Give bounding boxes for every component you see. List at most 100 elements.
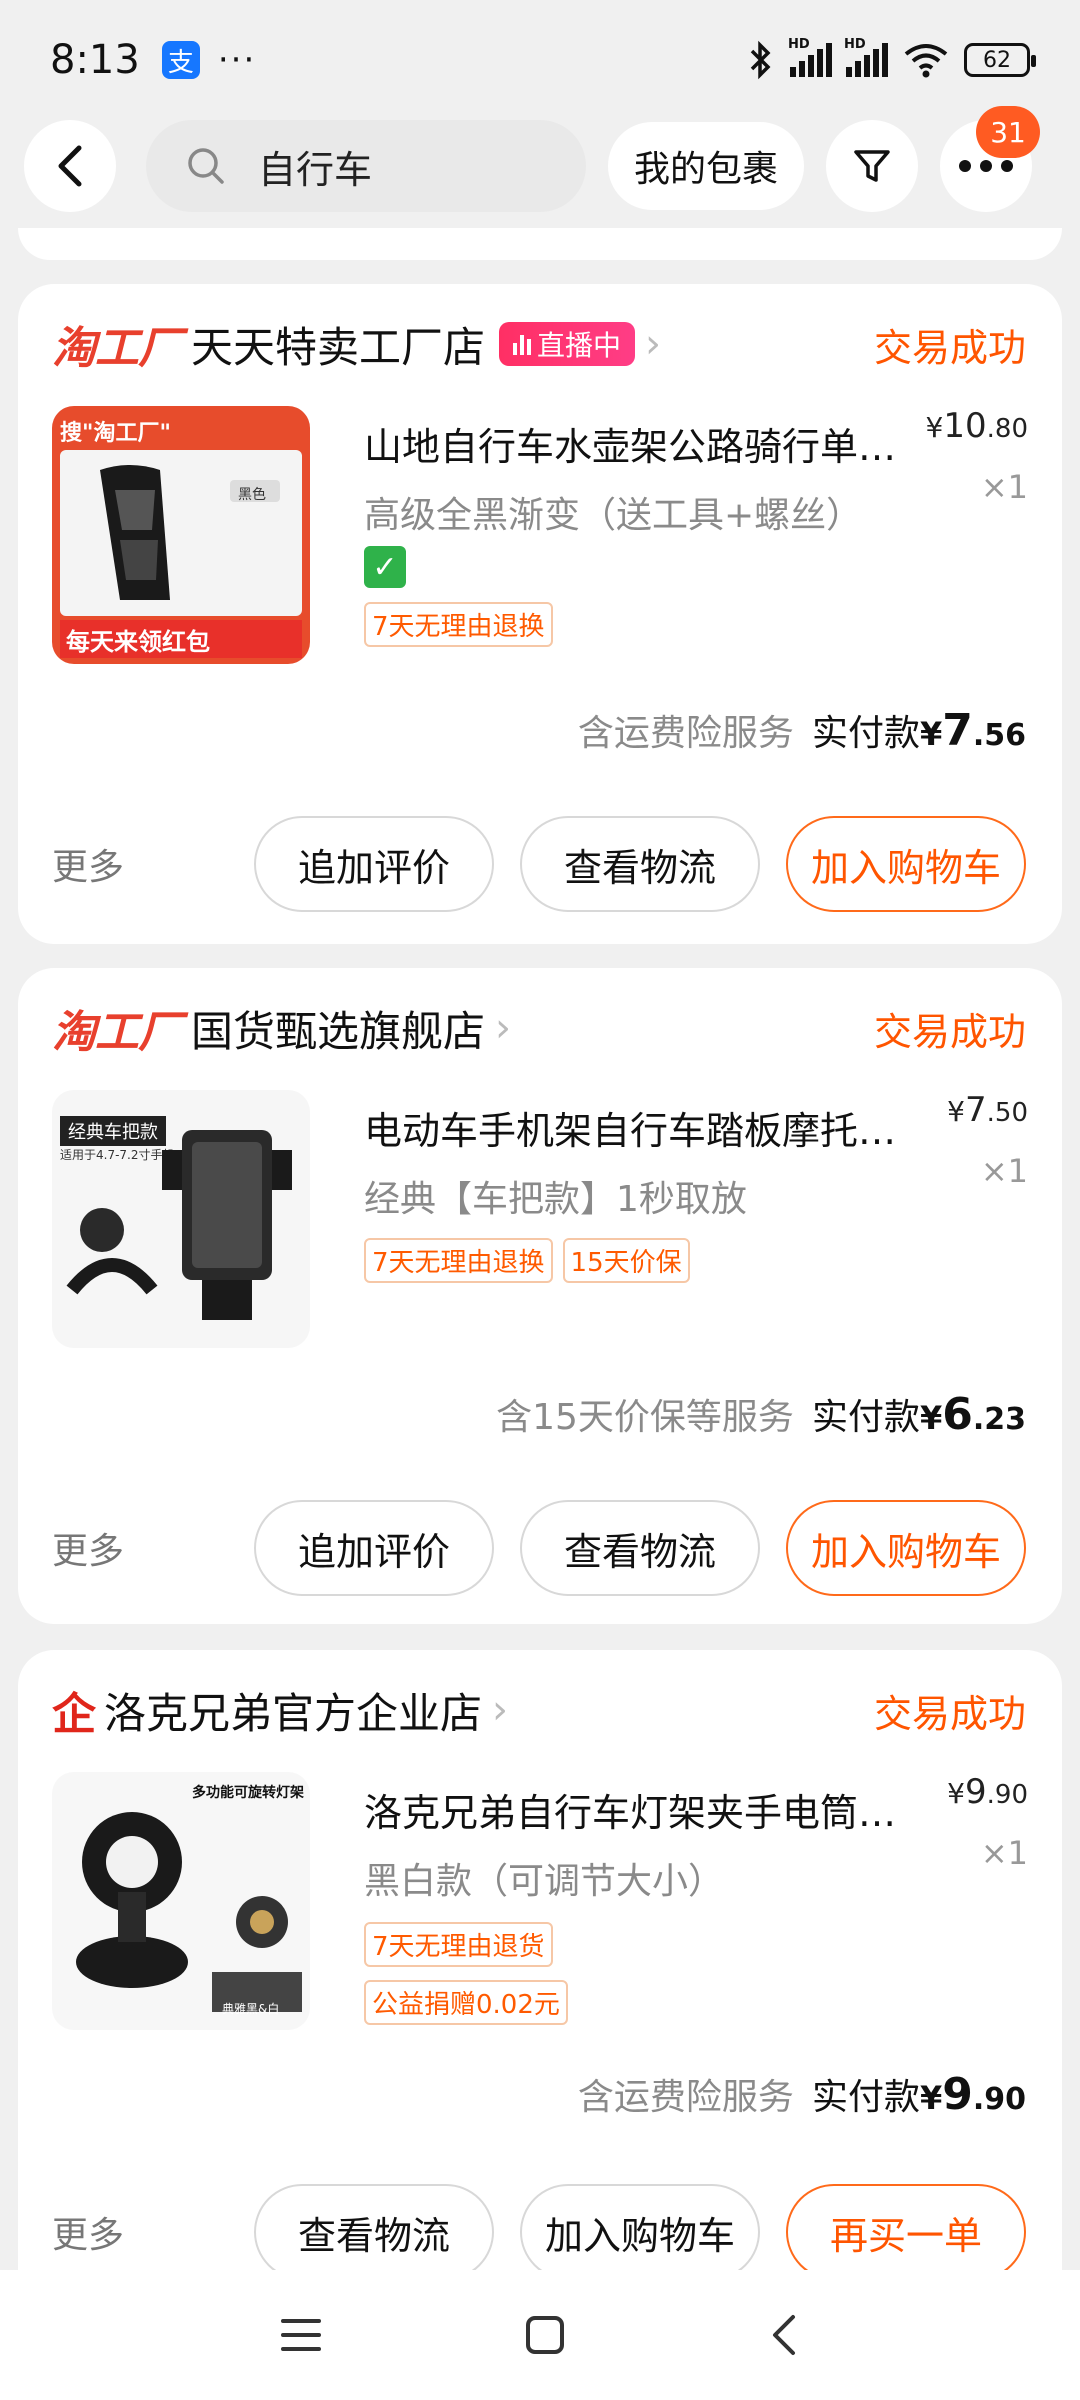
- light-mount-image: [76, 1812, 302, 2012]
- enterprise-store-icon: 企: [52, 1689, 96, 1740]
- home-icon[interactable]: [523, 2313, 567, 2357]
- shop-name[interactable]: 天天特卖工厂店: [191, 314, 485, 375]
- shop-name[interactable]: 国货甄选旗舰店: [191, 998, 485, 1059]
- my-packages-button[interactable]: 我的包裹: [608, 122, 805, 210]
- pay-label: 实付款: [811, 713, 920, 754]
- more-notifications-icon: ···: [217, 40, 257, 80]
- system-nav-bar: [0, 2270, 1080, 2400]
- live-badge-label: 直播中: [537, 329, 622, 362]
- thumb-promo: 每天来领红包: [60, 620, 302, 658]
- pay-dec: .90: [972, 2082, 1026, 2117]
- service-tags: 7天无理由退货: [364, 1922, 563, 1967]
- product-row[interactable]: 多功能可旋转灯架 典雅黑&白 洛克兄弟自行车灯架夹手电筒… 黑白款（可调节大小）…: [52, 1772, 1028, 2032]
- order-status: 交易成功: [873, 1009, 1026, 1054]
- price-int: 9: [965, 1772, 987, 1812]
- more-link[interactable]: 更多: [52, 1522, 124, 1574]
- product-price: ¥10.80: [925, 406, 1028, 446]
- product-thumbnail[interactable]: 多功能可旋转灯架 典雅黑&白: [52, 1772, 310, 2030]
- order-card[interactable]: 企 洛克兄弟官方企业店 › 交易成功 多功能可旋转灯架 典雅黑&白 洛克兄弟自行…: [18, 1650, 1062, 2290]
- signal-icon-1: HD: [788, 37, 832, 77]
- price-int: 7: [965, 1090, 987, 1130]
- product-price: ¥9.90: [947, 1772, 1028, 1812]
- view-logistics-button[interactable]: 查看物流: [520, 1500, 760, 1596]
- add-review-button[interactable]: 追加评价: [254, 1500, 494, 1596]
- live-icon: [513, 333, 532, 355]
- service-tag: 公益捐赠0.02元: [364, 1980, 568, 2025]
- back-button[interactable]: [24, 120, 116, 212]
- menu-icon[interactable]: [279, 2315, 323, 2355]
- live-badge[interactable]: 直播中: [499, 322, 636, 366]
- pay-amount: ¥6.23: [919, 1389, 1026, 1440]
- taogongchang-logo: 淘工厂: [52, 1007, 182, 1058]
- chevron-right-icon: ›: [492, 1687, 509, 1733]
- payment-summary: 含15天价保等服务 实付款 ¥6.23: [496, 1388, 1026, 1440]
- service-tag: 15天价保: [562, 1238, 690, 1283]
- product-title[interactable]: 电动车手机架自行车踏板摩托…: [364, 1100, 924, 1155]
- product-price: ¥7.50: [947, 1090, 1028, 1130]
- chevron-right-icon: ›: [645, 321, 662, 367]
- pay-amount: ¥9.90: [919, 2069, 1026, 2120]
- price-dec: .90: [986, 1780, 1028, 1810]
- thumb-color-label: 黑色: [238, 487, 266, 503]
- product-title[interactable]: 洛克兄弟自行车灯架夹手电筒…: [364, 1782, 924, 1837]
- shop-header[interactable]: 淘工厂 天天特卖工厂店 直播中 › 交易成功: [52, 314, 1026, 374]
- service-tags: 7天无理由退换 15天价保: [364, 1238, 700, 1283]
- more-link[interactable]: 更多: [52, 838, 124, 890]
- signal-icon-2: HD: [844, 37, 888, 77]
- add-to-cart-button[interactable]: 加入购物车: [786, 816, 1026, 912]
- order-card[interactable]: 淘工厂 天天特卖工厂店 直播中 › 交易成功 搜"淘工厂" 黑色 每天来领红包 …: [18, 284, 1062, 944]
- product-thumbnail[interactable]: 搜"淘工厂" 黑色 每天来领红包: [52, 406, 310, 664]
- view-logistics-button[interactable]: 查看物流: [520, 816, 760, 912]
- view-logistics-button[interactable]: 查看物流: [254, 2184, 494, 2280]
- thumb-banner: 搜"淘工厂": [60, 414, 302, 448]
- product-qty: ×1: [980, 1152, 1028, 1190]
- payment-summary: 含运费险服务 实付款 ¥7.56: [578, 704, 1026, 756]
- thumb-product-area: 黑色: [60, 450, 302, 616]
- payment-summary: 含运费险服务 实付款 ¥9.90: [578, 2068, 1026, 2120]
- pay-note: 含运费险服务: [577, 713, 794, 754]
- thumb-variant: 典雅黑&白: [222, 2002, 280, 2016]
- action-row: 更多 追加评价 查看物流 加入购物车: [52, 1500, 1026, 1596]
- add-to-cart-button[interactable]: 加入购物车: [786, 1500, 1026, 1596]
- battery-icon: 62: [964, 43, 1036, 77]
- pay-dec: .23: [972, 1402, 1026, 1437]
- filter-button[interactable]: [826, 120, 919, 212]
- bottle-cage-image: [100, 465, 280, 600]
- shop-header[interactable]: 企 洛克兄弟官方企业店 › 交易成功: [52, 1680, 1026, 1740]
- order-status: 交易成功: [873, 1691, 1026, 1736]
- phone-holder-image: [66, 1130, 292, 1320]
- product-row[interactable]: 经典车把款 适用于4.7-7.2寸手机 电动车手机架自行车踏板摩托… 经典【车把…: [52, 1090, 1028, 1350]
- order-status: 交易成功: [873, 325, 1026, 370]
- price-int: 10: [943, 406, 987, 446]
- pay-label: 实付款: [811, 1397, 920, 1438]
- checkmark-icon: ✓: [364, 546, 406, 588]
- price-dec: .50: [986, 1098, 1028, 1128]
- service-tags: 公益捐赠0.02元: [364, 1980, 578, 2025]
- chevron-right-icon: ›: [495, 1005, 512, 1051]
- product-title[interactable]: 山地自行车水壶架公路骑行单…: [364, 416, 924, 471]
- product-spec: 经典【车把款】1秒取放: [364, 1179, 747, 1220]
- order-card[interactable]: 淘工厂 国货甄选旗舰店 › 交易成功 经典车把款 适用于4.7-7.2寸手机 电…: [18, 968, 1062, 1624]
- product-row[interactable]: 搜"淘工厂" 黑色 每天来领红包 山地自行车水壶架公路骑行单… 高级全黑渐变（送…: [52, 406, 1028, 666]
- pay-dec: .56: [972, 718, 1026, 753]
- search-input[interactable]: 自行车: [146, 120, 586, 212]
- product-thumbnail[interactable]: 经典车把款 适用于4.7-7.2寸手机: [52, 1090, 310, 1348]
- add-to-cart-button[interactable]: 加入购物车: [520, 2184, 760, 2280]
- add-review-button[interactable]: 追加评价: [254, 816, 494, 912]
- alipay-icon: 支: [161, 41, 200, 79]
- search-icon: [188, 148, 224, 184]
- more-link[interactable]: 更多: [52, 2206, 124, 2258]
- product-qty: ×1: [980, 1834, 1028, 1872]
- service-tag: 7天无理由退换: [364, 1238, 553, 1283]
- buy-again-button[interactable]: 再买一单: [786, 2184, 1026, 2280]
- pay-int: 6: [942, 1389, 973, 1440]
- more-dots-icon: [959, 160, 1014, 172]
- shop-name[interactable]: 洛克兄弟官方企业店: [104, 1680, 482, 1741]
- back-icon[interactable]: [767, 2313, 801, 2357]
- top-nav: 自行车 我的包裹 31: [0, 106, 1080, 216]
- filter-icon: [854, 150, 890, 182]
- pay-int: 9: [942, 2069, 973, 2120]
- more-menu-button[interactable]: 31: [940, 106, 1041, 212]
- search-query: 自行车: [258, 147, 373, 192]
- shop-header[interactable]: 淘工厂 国货甄选旗舰店 › 交易成功: [52, 998, 1026, 1058]
